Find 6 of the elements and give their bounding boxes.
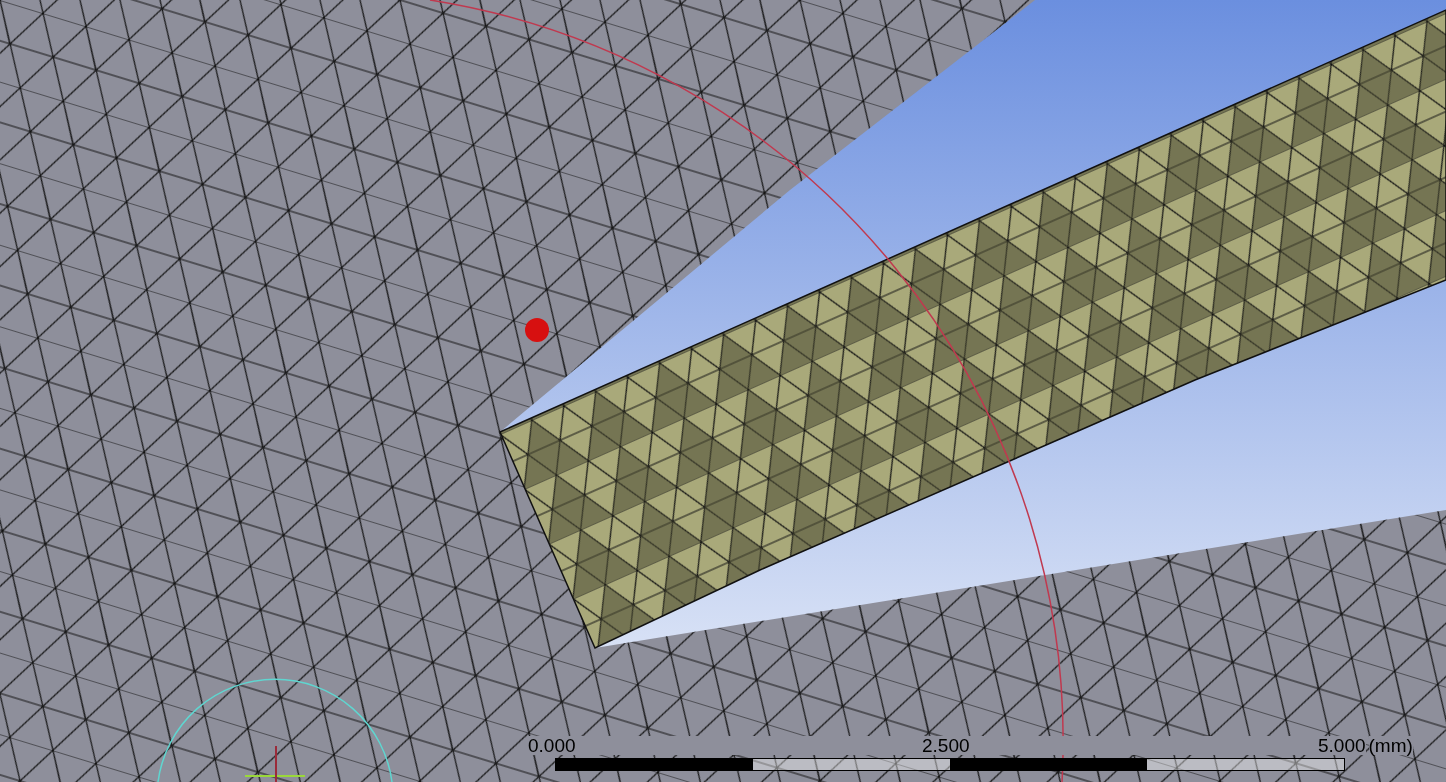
scale-label: 2.500	[922, 736, 1318, 755]
probe-point-icon	[525, 318, 549, 342]
unit-label: (mm)	[1368, 736, 1413, 755]
axis-triad-icon	[244, 745, 306, 782]
scale-label: 5.000	[1318, 736, 1366, 755]
scale-label: 0.000	[528, 736, 922, 755]
